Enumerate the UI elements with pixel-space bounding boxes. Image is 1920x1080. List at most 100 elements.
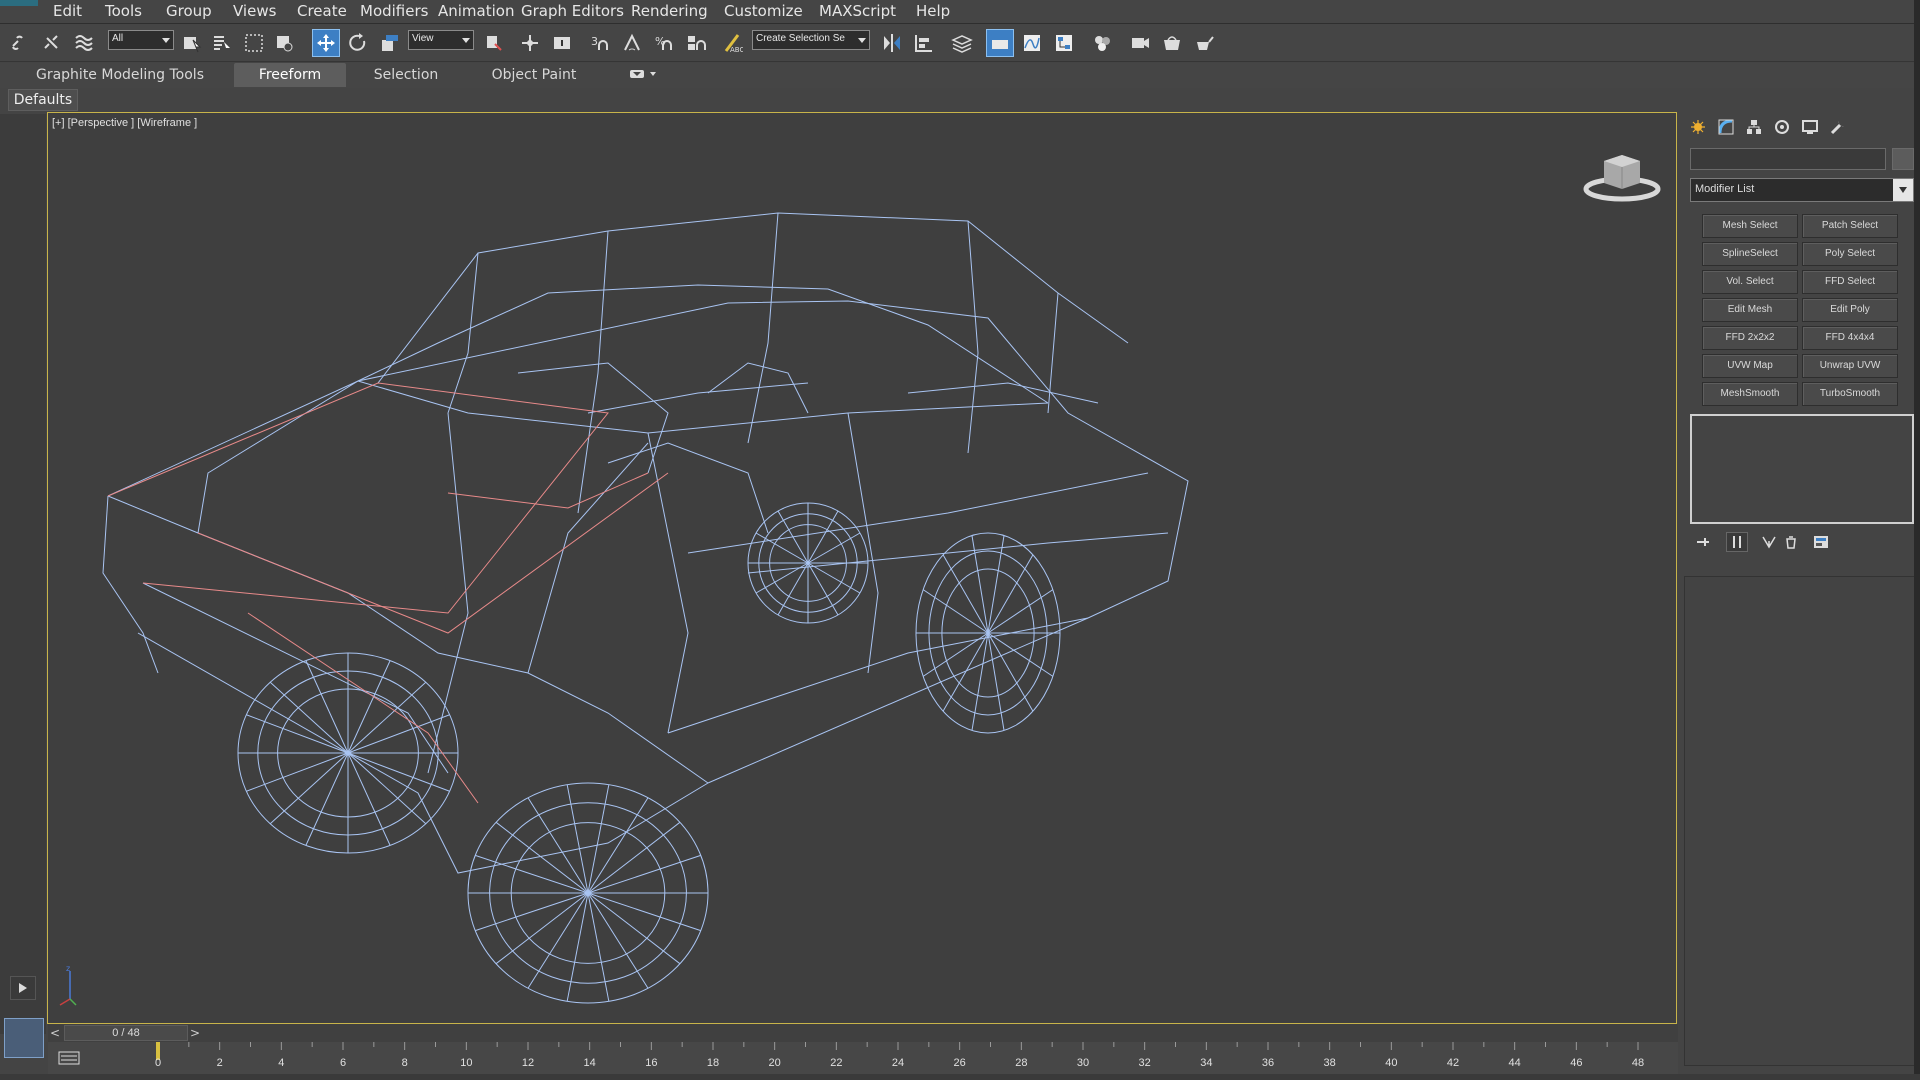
- tab-object-paint[interactable]: Object Paint: [476, 63, 592, 87]
- selection-filter-dropdown[interactable]: All: [108, 30, 174, 50]
- modifier-stack-list[interactable]: [1690, 414, 1914, 524]
- wire-edge: [687, 472, 1149, 554]
- viewport-layout-strip: [0, 114, 46, 1034]
- ribbon-options-icon[interactable]: [630, 69, 660, 82]
- track-bar[interactable]: 0 2 4 6 8 10 12 14 16 18 20 22 24 26 28 30 32 34 36 38 40 42 4…: [48, 1042, 1678, 1074]
- track-tick-label: 44: [1508, 1057, 1521, 1069]
- perspective-viewport[interactable]: [+] [Perspective ] [Wireframe ] z: [47, 112, 1677, 1024]
- next-frame-button[interactable]: >: [188, 1024, 202, 1042]
- selected-wire-edge: [447, 472, 649, 509]
- keyboard-shortcut-override-icon[interactable]: [548, 29, 576, 57]
- previous-frame-button[interactable]: <: [48, 1024, 62, 1042]
- utilities-icon[interactable]: [1826, 116, 1850, 138]
- menu-create[interactable]: Create: [297, 2, 347, 20]
- rectangular-selection-icon[interactable]: [240, 29, 268, 57]
- spline-select-button[interactable]: SplineSelect: [1702, 242, 1798, 266]
- time-slider-thumb[interactable]: 0 / 48: [64, 1025, 188, 1041]
- time-slider[interactable]: < 0 / 48 >: [48, 1024, 1678, 1042]
- modify-icon[interactable]: [1714, 116, 1738, 138]
- menu-group[interactable]: Group: [166, 2, 212, 20]
- snaps-toggle-icon[interactable]: 3: [586, 29, 614, 57]
- schematic-view-icon[interactable]: [1050, 29, 1078, 57]
- unwrap-uvw-button[interactable]: Unwrap UVW: [1802, 354, 1898, 378]
- ffd-4x4x4-button[interactable]: FFD 4x4x4: [1802, 326, 1898, 350]
- menu-customize[interactable]: Customize: [724, 2, 803, 20]
- edit-mesh-button[interactable]: Edit Mesh: [1702, 298, 1798, 322]
- angle-snap-icon[interactable]: [618, 29, 646, 57]
- named-selection-sets-dropdown[interactable]: Create Selection Se: [752, 30, 870, 50]
- material-editor-icon[interactable]: [1088, 29, 1116, 57]
- window-crossing-icon[interactable]: [270, 29, 298, 57]
- meshsmooth-button[interactable]: MeshSmooth: [1702, 382, 1798, 406]
- car-wireframe-model[interactable]: [48, 113, 1677, 1024]
- render-setup-icon[interactable]: [1126, 29, 1154, 57]
- display-icon[interactable]: [1798, 116, 1822, 138]
- patch-select-button[interactable]: Patch Select: [1802, 214, 1898, 238]
- app-logo[interactable]: [0, 0, 38, 6]
- select-by-name-icon[interactable]: [208, 29, 236, 57]
- reference-coordinate-dropdown[interactable]: View: [408, 30, 474, 50]
- poly-select-button[interactable]: Poly Select: [1802, 242, 1898, 266]
- create-icon[interactable]: [1686, 116, 1710, 138]
- ffd-select-button[interactable]: FFD Select: [1802, 270, 1898, 294]
- viewport-layout-thumbnail[interactable]: [4, 1018, 44, 1058]
- curve-editor-icon[interactable]: [1018, 29, 1046, 57]
- viewcube-icon[interactable]: [1582, 145, 1662, 205]
- menu-animation[interactable]: Animation: [438, 2, 514, 20]
- track-tick-label: 22: [830, 1057, 843, 1069]
- turbosmooth-button[interactable]: TurboSmooth: [1802, 382, 1898, 406]
- edit-poly-button[interactable]: Edit Poly: [1802, 298, 1898, 322]
- menu-tools[interactable]: Tools: [105, 2, 142, 20]
- render-production-icon[interactable]: [1190, 29, 1218, 57]
- tab-selection[interactable]: Selection: [362, 63, 450, 87]
- rotate-icon[interactable]: [344, 29, 372, 57]
- menu-help[interactable]: Help: [916, 2, 950, 20]
- select-object-icon[interactable]: [178, 29, 206, 57]
- command-panel: Modifier List Mesh Select Patch Select S…: [1680, 112, 1920, 1070]
- viewport-label[interactable]: [+] [Perspective ] [Wireframe ]: [52, 117, 197, 129]
- menu-rendering[interactable]: Rendering: [631, 2, 708, 20]
- menu-views[interactable]: Views: [233, 2, 276, 20]
- pivot-point-center-icon[interactable]: [480, 29, 508, 57]
- defaults-tab[interactable]: Defaults: [8, 89, 78, 111]
- graphite-modeling-tools-toggle-icon[interactable]: [986, 29, 1014, 57]
- ffd-2x2x2-button[interactable]: FFD 2x2x2: [1702, 326, 1798, 350]
- menu-graph-editors[interactable]: Graph Editors: [521, 2, 624, 20]
- track-tick-label: 14: [583, 1057, 596, 1069]
- rendered-frame-window-icon[interactable]: [1158, 29, 1186, 57]
- hierarchy-icon[interactable]: [1742, 116, 1766, 138]
- unlink-icon[interactable]: [38, 29, 66, 57]
- tab-graphite-modeling-tools[interactable]: Graphite Modeling Tools: [22, 63, 218, 87]
- wheel-spoke: [269, 681, 349, 754]
- motion-icon[interactable]: [1770, 116, 1794, 138]
- layer-manager-icon[interactable]: [948, 29, 976, 57]
- configure-modifier-sets-icon[interactable]: [1810, 532, 1832, 552]
- tab-freeform[interactable]: Freeform: [234, 63, 346, 87]
- make-unique-icon[interactable]: [1758, 532, 1780, 552]
- edit-named-selection-icon[interactable]: ABC: [718, 29, 746, 57]
- move-icon[interactable]: [312, 29, 340, 57]
- track-tick-label: 28: [1015, 1057, 1028, 1069]
- link-icon[interactable]: [6, 29, 34, 57]
- object-color-swatch[interactable]: [1892, 148, 1914, 170]
- bind-space-warp-icon[interactable]: [70, 29, 98, 57]
- object-name-input[interactable]: [1690, 148, 1886, 170]
- scale-icon[interactable]: [376, 29, 404, 57]
- uvw-map-button[interactable]: UVW Map: [1702, 354, 1798, 378]
- mesh-select-button[interactable]: Mesh Select: [1702, 214, 1798, 238]
- select-and-manipulate-icon[interactable]: [516, 29, 544, 57]
- menu-modifiers[interactable]: Modifiers: [360, 2, 428, 20]
- menu-edit[interactable]: Edit: [53, 2, 82, 20]
- pin-stack-icon[interactable]: [1692, 532, 1714, 552]
- menu-maxscript[interactable]: MAXScript: [819, 2, 896, 20]
- vol-select-button[interactable]: Vol. Select: [1702, 270, 1798, 294]
- play-icon[interactable]: [10, 976, 36, 1000]
- percent-snap-icon[interactable]: %: [650, 29, 678, 57]
- spinner-snap-icon[interactable]: [682, 29, 710, 57]
- show-end-result-icon[interactable]: [1726, 532, 1748, 552]
- mirror-icon[interactable]: [878, 29, 906, 57]
- modifier-list-dropdown[interactable]: Modifier List: [1690, 178, 1914, 202]
- align-icon[interactable]: [910, 29, 938, 57]
- remove-modifier-icon[interactable]: [1780, 532, 1802, 552]
- mini-curve-editor-icon[interactable]: [58, 1050, 80, 1066]
